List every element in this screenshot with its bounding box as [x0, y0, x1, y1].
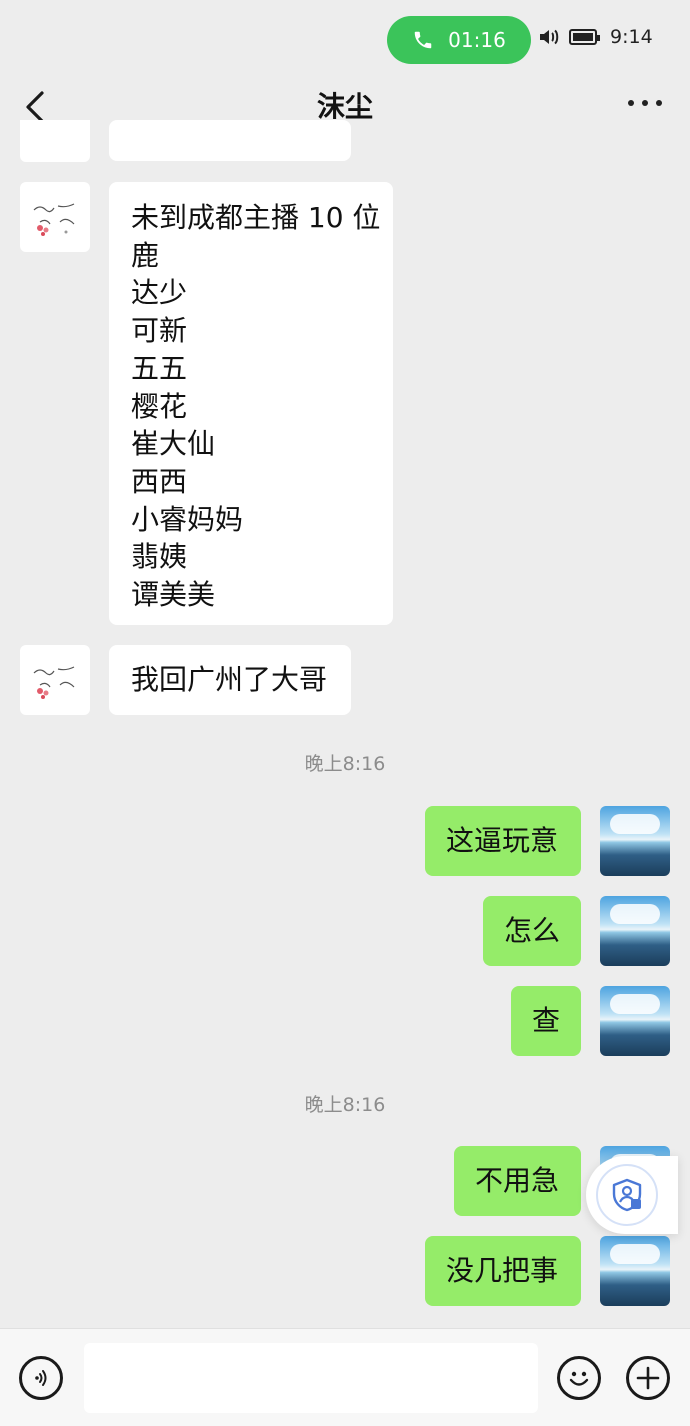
avatar[interactable] — [20, 120, 90, 162]
avatar-calligraphy-icon — [33, 203, 75, 236]
message-input[interactable] — [84, 1343, 538, 1413]
message-bubble-partial[interactable] — [109, 120, 351, 161]
message-line: 未到成都主播 10 位 — [131, 201, 381, 234]
message-text: 不用急 — [475, 1164, 560, 1197]
message-line: 鹿 — [131, 238, 160, 272]
emoji-icon[interactable] — [557, 1356, 601, 1400]
message-bubble-mine[interactable]: 怎么 — [483, 896, 581, 966]
message-bubble[interactable]: 我回广州了大哥 — [109, 645, 351, 715]
status-bar: 01:16 9:14 — [0, 14, 690, 66]
avatar-calligraphy-icon — [33, 666, 75, 699]
message-text: 我回广州了大哥 — [131, 663, 328, 696]
more-dots-icon[interactable] — [628, 100, 662, 106]
security-float-button[interactable] — [586, 1156, 678, 1234]
avatar-self[interactable] — [600, 986, 670, 1056]
message-line: 崔大仙 — [131, 427, 216, 461]
battery-icon — [569, 29, 600, 45]
shield-user-icon — [612, 1178, 642, 1212]
avatar-self[interactable] — [600, 806, 670, 876]
message-line: 樱花 — [131, 389, 188, 423]
voice-icon[interactable] — [19, 1356, 63, 1400]
message-bubble-streamer-list[interactable]: 未到成都主播 10 位 鹿 达少 可新 五五 樱花 崔大仙 西西 小睿妈妈 翡姨… — [109, 182, 393, 625]
plus-icon[interactable] — [626, 1356, 670, 1400]
message-line: 西西 — [131, 464, 188, 498]
ongoing-call-pill[interactable]: 01:16 — [387, 16, 531, 64]
message-text: 怎么 — [504, 914, 561, 947]
avatar[interactable] — [20, 182, 90, 252]
message-line: 小睿妈妈 — [131, 502, 244, 536]
message-bubble-mine[interactable]: 这逼玩意 — [425, 806, 581, 876]
message-bubble-mine[interactable]: 查 — [511, 986, 581, 1056]
message-line: 谭美美 — [131, 578, 216, 612]
call-timer: 01:16 — [448, 28, 506, 52]
timestamp: 晚上8:16 — [304, 753, 386, 775]
timestamp: 晚上8:16 — [304, 1094, 386, 1116]
volume-icon — [540, 29, 559, 45]
avatar[interactable] — [20, 645, 90, 715]
clock: 9:14 — [610, 26, 653, 48]
message-line: 可新 — [131, 314, 188, 348]
message-text: 这逼玩意 — [446, 824, 559, 857]
phone-icon — [414, 31, 432, 49]
message-bubble-mine[interactable]: 没几把事 — [425, 1236, 581, 1306]
message-line: 达少 — [131, 276, 188, 310]
avatar-self[interactable] — [600, 1236, 670, 1306]
avatar-self[interactable] — [600, 896, 670, 966]
system-status: 9:14 — [538, 26, 653, 48]
chat-input-bar — [0, 1328, 690, 1426]
message-text: 查 — [532, 1004, 561, 1037]
message-text: 没几把事 — [446, 1254, 559, 1287]
message-bubble-mine[interactable]: 不用急 — [454, 1146, 581, 1216]
message-line: 翡姨 — [131, 540, 188, 574]
message-line: 五五 — [131, 351, 188, 385]
